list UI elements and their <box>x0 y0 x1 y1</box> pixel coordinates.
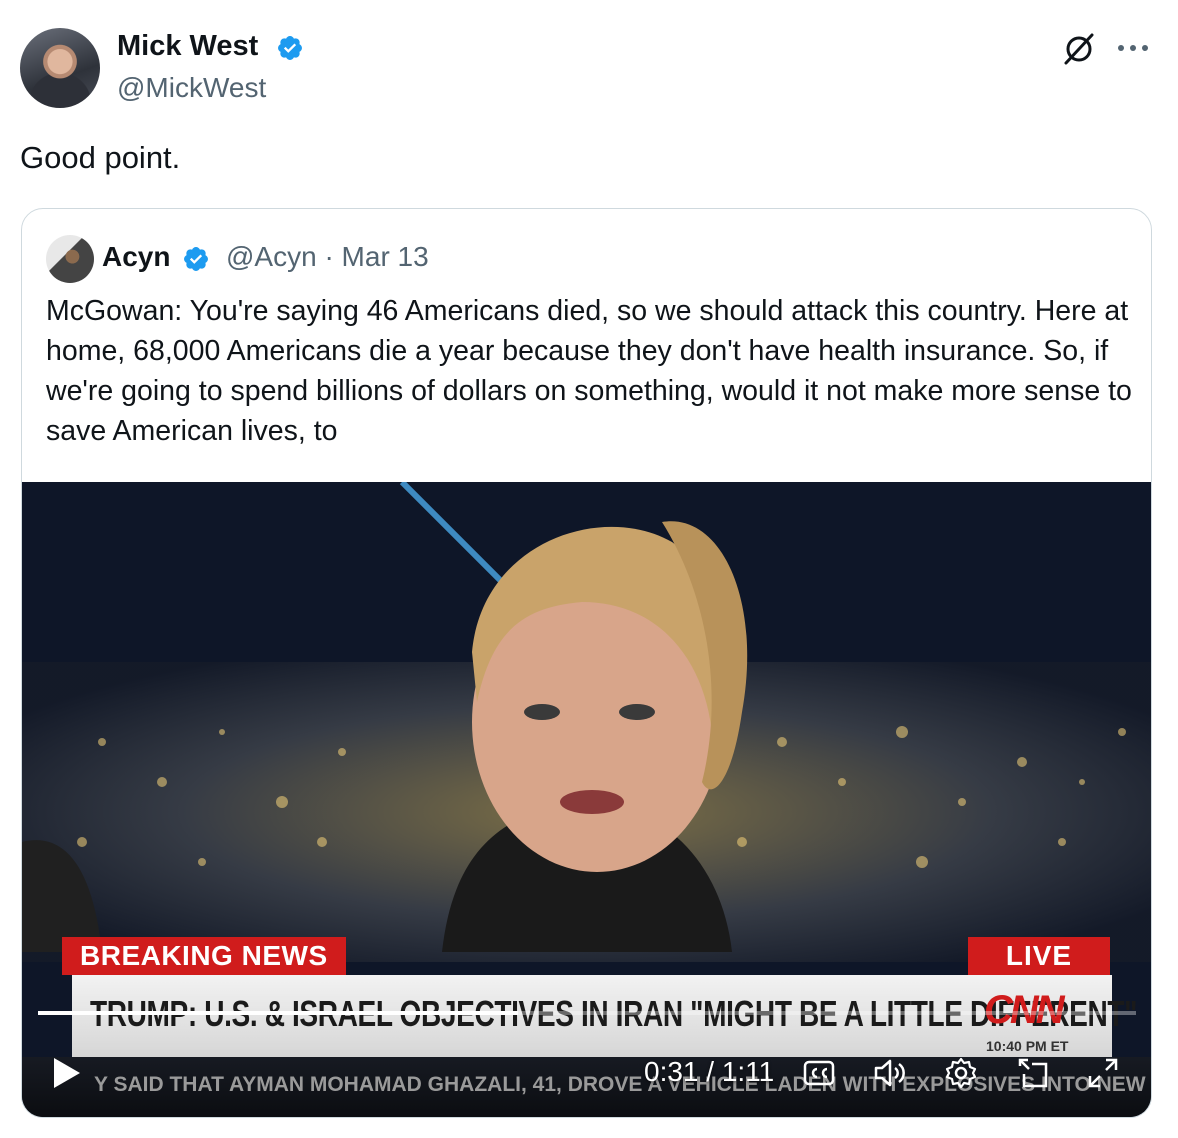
video-player[interactable]: BREAKING NEWS LIVE TRUMP: U.S. & ISRAEL … <box>22 482 1152 1117</box>
headline-bar: TRUMP: U.S. & ISRAEL OBJECTIVES IN IRAN … <box>72 975 1137 1057</box>
progress-bar[interactable] <box>38 1011 1136 1015</box>
live-label: LIVE <box>968 937 1110 975</box>
breaking-news-label: BREAKING NEWS <box>62 937 346 975</box>
quoted-author-name[interactable]: Acyn <box>102 241 170 273</box>
ticker-text: Y SAID THAT AYMAN MOHAMAD GHAZALI, 41, D… <box>94 1073 1152 1096</box>
verified-badge-icon <box>278 36 302 60</box>
avatar[interactable] <box>20 28 100 108</box>
author-handle[interactable]: @MickWest <box>117 72 266 104</box>
gear-icon[interactable] <box>944 1056 978 1090</box>
tweet-text: Good point. <box>20 140 181 175</box>
quoted-date[interactable]: · Mar 13 <box>324 241 428 272</box>
quoted-handle-date[interactable]: @Acyn · Mar 13 <box>226 241 429 273</box>
broadcast-time: 10:40 PM ET <box>986 1038 1069 1054</box>
quoted-tweet[interactable]: Acyn @Acyn · Mar 13 McGowan: You're sayi… <box>21 208 1152 1118</box>
picture-in-picture-icon[interactable] <box>1016 1056 1050 1090</box>
quoted-author-handle[interactable]: @Acyn <box>226 241 317 272</box>
quoted-avatar[interactable] <box>46 235 94 283</box>
more-icon[interactable] <box>1116 40 1150 56</box>
fullscreen-icon[interactable] <box>1086 1056 1120 1090</box>
grok-icon[interactable] <box>1060 30 1098 68</box>
play-icon[interactable] <box>50 1056 84 1090</box>
captions-icon[interactable] <box>802 1056 836 1090</box>
news-ticker: Y SAID THAT AYMAN MOHAMAD GHAZALI, 41, D… <box>22 1057 1152 1117</box>
progress-fill <box>38 1011 518 1015</box>
time-display: 0:31 / 1:11 <box>644 1056 775 1087</box>
quoted-text: McGowan: You're saying 46 Americans died… <box>46 295 1132 447</box>
author-name[interactable]: Mick West <box>117 30 258 63</box>
verified-badge-icon <box>184 247 208 271</box>
volume-icon[interactable] <box>872 1056 906 1090</box>
